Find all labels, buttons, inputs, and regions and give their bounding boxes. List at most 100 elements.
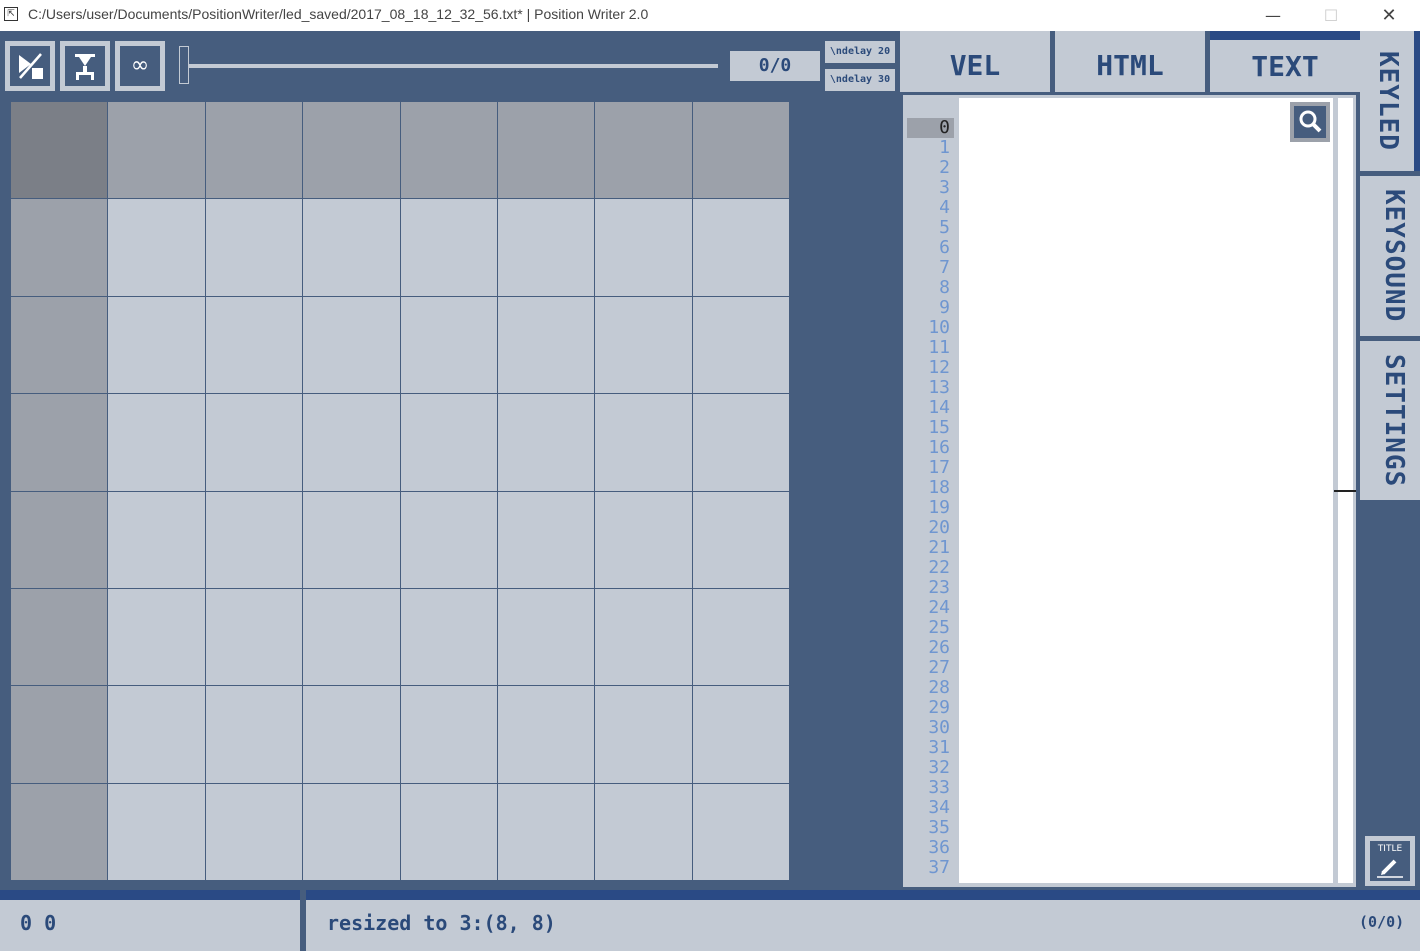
grid-cell[interactable]	[303, 491, 401, 589]
tab-settings[interactable]: SETTINGS	[1360, 341, 1420, 500]
grid-cell[interactable]	[11, 102, 109, 200]
led-grid[interactable]	[10, 101, 790, 881]
loop-button[interactable]: ∞	[115, 41, 165, 91]
grid-cell[interactable]	[595, 783, 693, 881]
grid-cell[interactable]	[497, 394, 596, 492]
grid-cell[interactable]	[595, 394, 693, 492]
line-number: 12	[928, 357, 950, 378]
line-number: 4	[939, 197, 950, 218]
grid-cell[interactable]	[692, 102, 790, 200]
frame-slider-thumb[interactable]	[179, 46, 189, 84]
grid-cell[interactable]	[303, 783, 401, 881]
grid-cell[interactable]	[692, 588, 790, 687]
grid-cell[interactable]	[108, 491, 206, 589]
grid-cell[interactable]	[303, 394, 401, 492]
tab-keyled-label: KEYLED	[1373, 51, 1403, 151]
grid-cell[interactable]	[205, 102, 304, 200]
tab-html[interactable]: HTML	[1055, 31, 1205, 92]
delay-20-button[interactable]: \ndelay 20	[825, 41, 895, 63]
grid-cell[interactable]	[303, 686, 401, 784]
close-button[interactable]: ✕	[1360, 0, 1418, 31]
grid-cell[interactable]	[11, 394, 109, 492]
grid-cell[interactable]	[692, 491, 790, 589]
grid-cell[interactable]	[692, 199, 790, 297]
grid-cell[interactable]	[400, 588, 498, 687]
grid-cell[interactable]	[108, 102, 206, 200]
grid-cell[interactable]	[595, 491, 693, 589]
status-divider-line	[0, 890, 1420, 900]
grid-cell[interactable]	[497, 102, 596, 200]
grid-cell[interactable]	[108, 199, 206, 297]
grid-cell[interactable]	[205, 686, 304, 784]
grid-cell[interactable]	[205, 394, 304, 492]
grid-cell[interactable]	[108, 783, 206, 881]
line-number: 10	[928, 317, 950, 338]
grid-cell[interactable]	[205, 491, 304, 589]
grid-cell[interactable]	[11, 783, 109, 881]
grid-cell[interactable]	[303, 199, 401, 297]
grid-cell[interactable]	[108, 686, 206, 784]
grid-cell[interactable]	[400, 491, 498, 589]
grid-cell[interactable]	[497, 588, 596, 687]
grid-cell[interactable]	[303, 588, 401, 687]
grid-cell[interactable]	[400, 394, 498, 492]
tab-vel[interactable]: VEL	[900, 31, 1050, 92]
status-count: (0/0)	[1359, 913, 1405, 931]
grid-cell[interactable]	[497, 783, 596, 881]
grid-cell[interactable]	[692, 394, 790, 492]
title-button[interactable]: TITLE	[1365, 836, 1415, 886]
grid-cell[interactable]	[108, 394, 206, 492]
grid-cell[interactable]	[108, 296, 206, 395]
grid-cell[interactable]	[303, 102, 401, 200]
grid-cell[interactable]	[400, 102, 498, 200]
grid-cell[interactable]	[692, 686, 790, 784]
tab-text[interactable]: TEXT	[1210, 31, 1360, 92]
grid-cell[interactable]	[11, 491, 109, 589]
grid-cell[interactable]	[497, 686, 596, 784]
grid-cell[interactable]	[400, 199, 498, 297]
scroll-position-marker[interactable]	[1334, 490, 1356, 492]
grid-cell[interactable]	[595, 296, 693, 395]
text-editor[interactable]	[959, 98, 1333, 883]
grid-cell[interactable]	[692, 296, 790, 395]
grid-cell[interactable]	[595, 199, 693, 297]
line-number: 9	[939, 297, 950, 318]
maximize-button[interactable]: ☐	[1302, 0, 1360, 31]
grid-cell[interactable]	[11, 588, 109, 687]
tab-keysound[interactable]: KEYSOUND	[1360, 176, 1420, 336]
tab-keysound-label: KEYSOUND	[1379, 189, 1409, 323]
title-edit-icon: TITLE	[1370, 841, 1410, 881]
delay-30-button[interactable]: \ndelay 30	[825, 69, 895, 91]
grid-cell[interactable]	[11, 199, 109, 297]
grid-cell[interactable]	[108, 588, 206, 687]
grid-cell[interactable]	[205, 296, 304, 395]
grid-cell[interactable]	[205, 199, 304, 297]
frame-slider-track[interactable]	[186, 64, 718, 68]
grid-cell[interactable]	[11, 686, 109, 784]
line-number: 1	[939, 137, 950, 158]
line-number: 0	[907, 118, 954, 138]
grid-cell[interactable]	[400, 686, 498, 784]
grid-cell[interactable]	[303, 296, 401, 395]
grid-cell[interactable]	[497, 199, 596, 297]
grid-cell[interactable]	[497, 296, 596, 395]
velocity-toggle-button[interactable]	[5, 41, 55, 91]
line-number: 22	[928, 557, 950, 578]
grid-cell[interactable]	[692, 783, 790, 881]
grid-cell[interactable]	[400, 296, 498, 395]
grid-cell[interactable]	[11, 296, 109, 395]
grid-cell[interactable]	[497, 491, 596, 589]
search-button[interactable]	[1290, 102, 1330, 142]
grid-cell[interactable]	[595, 686, 693, 784]
line-number: 13	[928, 377, 950, 398]
line-number: 32	[928, 757, 950, 778]
grid-cell[interactable]	[595, 102, 693, 200]
grid-cell[interactable]	[400, 783, 498, 881]
grid-cell[interactable]	[205, 783, 304, 881]
velocity-toggle-icon	[10, 46, 50, 86]
grid-cell[interactable]	[595, 588, 693, 687]
tab-keyled[interactable]: KEYLED	[1360, 31, 1420, 171]
pin-button[interactable]	[60, 41, 110, 91]
grid-cell[interactable]	[205, 588, 304, 687]
minimize-button[interactable]: —	[1244, 0, 1302, 31]
